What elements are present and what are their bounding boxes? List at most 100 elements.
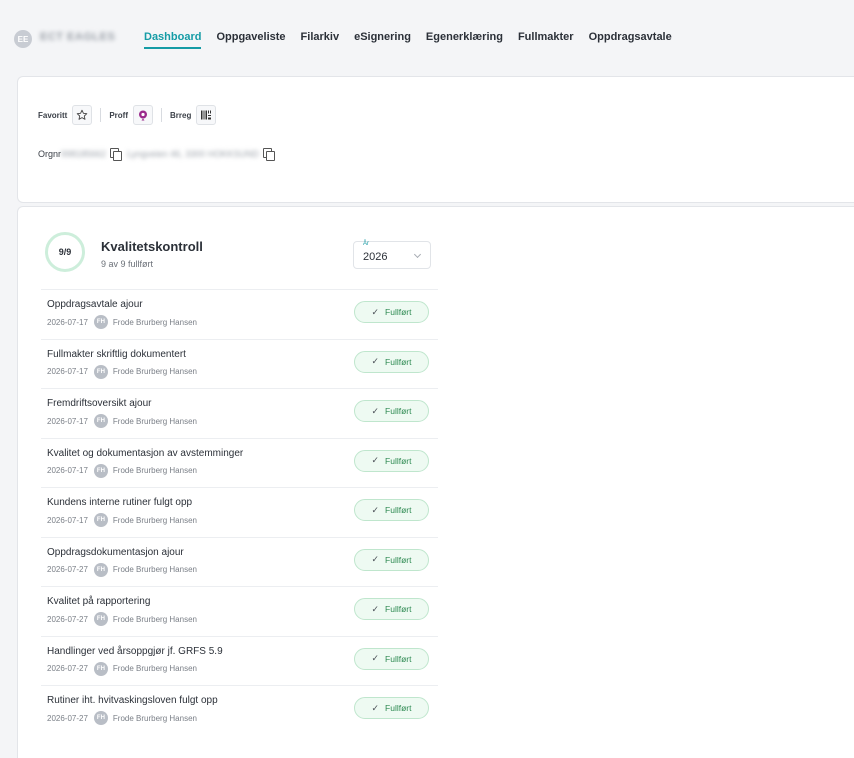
org-number-row: Orgnr 998185662 Lyngveien 46, 3300 HOKKS…	[38, 148, 280, 161]
list-item[interactable]: Kundens interne rutiner fulgt opp 2026-0…	[41, 487, 438, 537]
status-badge[interactable]: ✓ Fullført	[354, 350, 429, 373]
favorite-button[interactable]	[72, 105, 93, 125]
check-icon: ✓	[371, 356, 380, 366]
list-item[interactable]: Oppdragsavtale ajour 2026-07-17 FH Frode…	[41, 289, 438, 339]
company-name[interactable]: ECT EAGLES	[40, 31, 115, 43]
tab-egenerklaering[interactable]: Egenerklæring	[426, 31, 503, 49]
avatar: FH	[93, 711, 108, 725]
avatar: FH	[93, 661, 108, 676]
item-date: 2026-07-27	[47, 664, 88, 673]
item-meta: 2026-07-17 FH Frode Brurberg Hansen	[47, 364, 197, 379]
list-item[interactable]: Kvalitet på rapportering 2026-07-27 FH F…	[41, 586, 438, 636]
status-label: Fullført	[385, 653, 412, 664]
item-title: Handlinger ved årsoppgjør jf. GRFS 5.9	[47, 645, 223, 657]
checklist-title: Kvalitetskontroll	[101, 239, 203, 254]
list-item[interactable]: Rutiner iht. hvitvaskingsloven fulgt opp…	[41, 685, 438, 735]
status-badge[interactable]: ✓ Fullført	[354, 400, 429, 422]
brreg-button[interactable]	[196, 105, 217, 125]
brreg-label: Brreg	[170, 110, 192, 120]
proff-button[interactable]	[133, 105, 154, 125]
item-title: Fullmakter skriftlig dokumentert	[47, 348, 186, 360]
item-meta: 2026-07-17 FH Frode Brurberg Hansen	[47, 463, 197, 478]
check-icon: ✓	[371, 405, 380, 416]
divider	[161, 108, 163, 122]
item-user: Frode Brurberg Hansen	[112, 713, 197, 723]
status-badge[interactable]: ✓ Fullført	[354, 301, 429, 323]
item-user: Frode Brurberg Hansen	[112, 565, 197, 574]
status-badge[interactable]: ✓ Fullført	[354, 449, 429, 472]
avatar: FH	[93, 612, 108, 626]
tab-dashboard[interactable]: Dashboard	[144, 31, 202, 49]
tab-oppgaveliste[interactable]: Oppgaveliste	[216, 31, 285, 49]
status-label: Fullført	[385, 307, 412, 317]
status-label: Fullført	[385, 703, 412, 713]
check-icon: ✓	[371, 455, 380, 465]
item-meta: 2026-07-27 FH Frode Brurberg Hansen	[47, 612, 197, 626]
item-title: Rutiner iht. hvitvaskingsloven fulgt opp	[47, 695, 218, 706]
item-user: Frode Brurberg Hansen	[112, 317, 197, 327]
top-navigation: EE ECT EAGLES Dashboard Oppgaveliste Fil…	[0, 0, 854, 75]
check-icon: ✓	[371, 554, 380, 564]
orgnr-label: Orgnr	[38, 149, 62, 159]
item-meta: 2026-07-27 FH Frode Brurberg Hansen	[47, 661, 197, 676]
status-label: Fullført	[385, 604, 412, 614]
item-meta: 2026-07-27 FH Frode Brurberg Hansen	[47, 711, 197, 725]
avatar: FH	[93, 562, 108, 577]
list-item[interactable]: Handlinger ved årsoppgjør jf. GRFS 5.9 2…	[41, 635, 438, 686]
tab-esignering[interactable]: eSignering	[354, 31, 411, 49]
item-user: Frode Brurberg Hansen	[112, 466, 197, 475]
item-date: 2026-07-27	[47, 565, 88, 574]
status-label: Fullført	[385, 505, 412, 515]
star-icon	[77, 109, 88, 120]
favoritt-label: Favoritt	[38, 110, 68, 120]
status-badge[interactable]: ✓ Fullført	[354, 499, 429, 521]
item-date: 2026-07-27	[47, 713, 88, 723]
status-badge[interactable]: ✓ Fullført	[354, 697, 429, 719]
status-label: Fullført	[385, 406, 412, 416]
list-item[interactable]: Fremdriftsoversikt ajour 2026-07-17 FH F…	[41, 388, 438, 438]
item-meta: 2026-07-17 FH Frode Brurberg Hansen	[47, 414, 197, 428]
year-select[interactable]: År 2026	[353, 241, 431, 269]
item-title: Fremdriftsoversikt ajour	[47, 398, 152, 409]
item-date: 2026-07-17	[47, 367, 88, 376]
status-badge[interactable]: ✓ Fullført	[354, 647, 429, 670]
quality-control-card: 9/9 Kvalitetskontroll 9 av 9 fullført År…	[17, 206, 854, 758]
status-badge[interactable]: ✓ Fullført	[354, 598, 429, 620]
tab-fullmakter[interactable]: Fullmakter	[518, 31, 574, 49]
status-label: Fullført	[385, 554, 412, 565]
tab-filarkiv[interactable]: Filarkiv	[301, 31, 340, 49]
proff-label: Proff	[109, 110, 129, 120]
checklist-subtitle: 9 av 9 fullført	[101, 259, 154, 269]
item-user: Frode Brurberg Hansen	[112, 515, 197, 525]
proff-pin-icon	[139, 110, 148, 121]
item-user: Frode Brurberg Hansen	[112, 664, 197, 673]
list-item[interactable]: Kvalitet og dokumentasjon av avstemminge…	[41, 437, 438, 488]
list-item[interactable]: Fullmakter skriftlig dokumentert 2026-07…	[41, 338, 438, 389]
avatar: FH	[93, 463, 108, 478]
company-avatar[interactable]: EE	[14, 30, 32, 48]
item-user: Frode Brurberg Hansen	[112, 614, 197, 624]
item-user: Frode Brurberg Hansen	[112, 416, 197, 426]
year-label: År	[363, 241, 369, 247]
copy-icon[interactable]	[110, 148, 123, 161]
status-badge[interactable]: ✓ Fullført	[354, 548, 429, 571]
check-icon: ✓	[371, 306, 380, 317]
item-date: 2026-07-17	[47, 317, 88, 327]
profile-links: Favoritt Proff Brreg	[38, 105, 224, 125]
item-user: Frode Brurberg Hansen	[112, 367, 197, 376]
list-item[interactable]: Oppdragsdokumentasjon ajour 2026-07-27 F…	[41, 536, 438, 587]
divider	[100, 108, 102, 122]
item-title: Kvalitet og dokumentasjon av avstemminge…	[47, 447, 244, 459]
status-label: Fullført	[385, 356, 412, 367]
item-date: 2026-07-27	[47, 614, 88, 624]
item-meta: 2026-07-17 FH Frode Brurberg Hansen	[47, 513, 197, 527]
tab-oppdragsavtale[interactable]: Oppdragsavtale	[589, 31, 672, 49]
check-icon: ✓	[371, 653, 380, 663]
status-label: Fullført	[385, 455, 412, 466]
copy-icon[interactable]	[262, 148, 275, 161]
item-date: 2026-07-17	[47, 416, 88, 426]
avatar: FH	[93, 414, 108, 428]
check-icon: ✓	[371, 504, 380, 515]
check-icon: ✓	[371, 702, 380, 713]
year-value: 2026	[363, 251, 388, 263]
